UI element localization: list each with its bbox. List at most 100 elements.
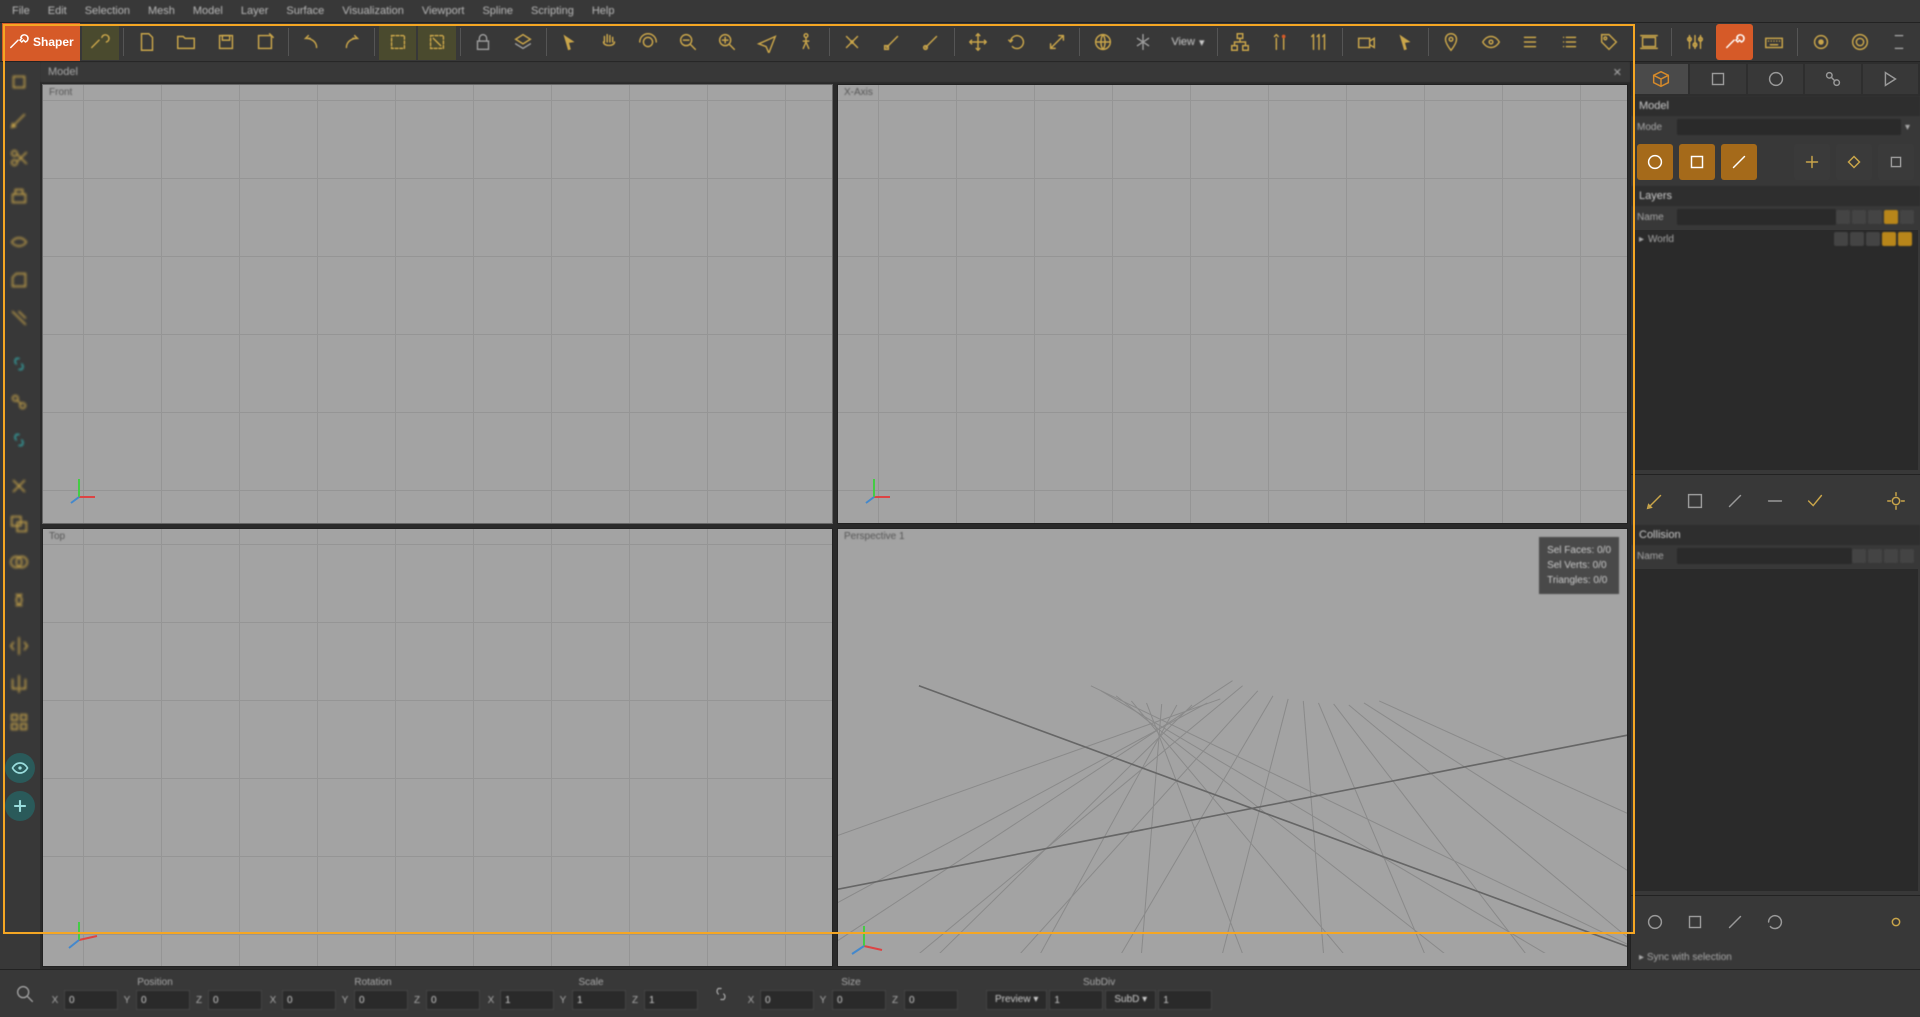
undo-button[interactable] [293, 24, 330, 60]
bb-pick-button[interactable] [6, 976, 44, 1012]
lt-symmetry[interactable] [1, 628, 37, 664]
lt-array[interactable] [1, 704, 37, 740]
rp-layer-list[interactable]: ▸World [1633, 230, 1918, 470]
save-button[interactable] [207, 24, 244, 60]
marker-button[interactable] [1433, 24, 1470, 60]
viewport-side[interactable]: X-Axis [837, 84, 1628, 524]
menu-file[interactable]: File [4, 3, 38, 19]
rp-tab-joints[interactable] [1805, 64, 1860, 94]
camera-button[interactable] [1347, 24, 1384, 60]
tag-button[interactable] [1591, 24, 1628, 60]
rp-show-shaded[interactable] [1721, 144, 1757, 180]
wrench-settings-button[interactable] [1716, 24, 1753, 60]
lt-knife[interactable] [1, 300, 37, 336]
list2-button[interactable] [1551, 24, 1588, 60]
rp-b5[interactable] [1878, 904, 1914, 940]
lt-add-button[interactable] [5, 791, 35, 821]
lt-bool-intersect[interactable] [1, 582, 37, 618]
lt-paint[interactable] [1, 102, 37, 138]
rp-coll-3[interactable] [1717, 483, 1753, 519]
open-file-button[interactable] [168, 24, 205, 60]
pick-button[interactable] [1386, 24, 1423, 60]
mode-input[interactable] [1677, 119, 1901, 135]
menu-viewport[interactable]: Viewport [414, 3, 473, 19]
bb-link-scale[interactable] [702, 976, 740, 1012]
settings-button[interactable] [1676, 24, 1713, 60]
menu-layer[interactable]: Layer [233, 3, 277, 19]
rp-b4[interactable] [1757, 904, 1793, 940]
lt-object-mode[interactable] [1, 64, 37, 100]
lt-bevel[interactable] [1, 262, 37, 298]
list-button[interactable] [1512, 24, 1549, 60]
lt-bool-subtract[interactable] [1, 506, 37, 542]
rp-coll-settings[interactable] [1878, 483, 1914, 519]
size-z-input[interactable]: 0 [904, 990, 958, 1010]
subdiv-preview-dropdown[interactable]: Preview ▾ [986, 990, 1047, 1010]
snap-up-button[interactable] [1261, 24, 1298, 60]
subdiv-level-input[interactable]: 1 [1158, 990, 1212, 1010]
align-button[interactable] [1300, 24, 1337, 60]
frame-button[interactable] [1630, 24, 1667, 60]
rp-tab-anim[interactable] [1863, 64, 1918, 94]
shaper-mode-button[interactable]: Shaper [2, 23, 80, 61]
zoom-region-button[interactable] [708, 24, 745, 60]
scale-x-input[interactable]: 1 [500, 990, 554, 1010]
lt-edge-loop[interactable] [1, 224, 37, 260]
viewport-top[interactable]: Top [42, 528, 833, 968]
layers-button[interactable] [504, 24, 541, 60]
viewport-close-icon[interactable]: ✕ [1613, 66, 1622, 79]
lt-bool-union[interactable] [1, 544, 37, 580]
rotate-tool-button[interactable] [999, 24, 1036, 60]
fly-button[interactable] [748, 24, 785, 60]
view-dropdown[interactable]: View▾ [1163, 33, 1212, 52]
rp-coll-4[interactable] [1757, 483, 1793, 519]
pos-y-input[interactable]: 0 [136, 990, 190, 1010]
menu-help[interactable]: Help [584, 3, 623, 19]
select-lasso-button[interactable] [418, 24, 455, 60]
rp-b3[interactable] [1717, 904, 1753, 940]
rp-tab-lod[interactable] [1690, 64, 1745, 94]
rp-tab-material[interactable] [1748, 64, 1803, 94]
menu-surface[interactable]: Surface [278, 3, 332, 19]
lt-link1[interactable] [1, 346, 37, 382]
rp-b1[interactable] [1637, 904, 1673, 940]
snap-face-button[interactable] [913, 24, 950, 60]
snap-vertex-button[interactable] [834, 24, 871, 60]
lock-button[interactable] [465, 24, 502, 60]
world-axis-button[interactable] [1084, 24, 1121, 60]
dropdown-icon[interactable]: ▾ [1901, 122, 1914, 133]
snap-edge-button[interactable] [873, 24, 910, 60]
move-tool-button[interactable] [959, 24, 996, 60]
rp-collision-list[interactable] [1633, 569, 1918, 891]
mode-toggle-button[interactable] [82, 24, 119, 60]
rp-opt1[interactable] [1794, 144, 1830, 180]
rp-show-all[interactable] [1637, 144, 1673, 180]
cursor-tool-button[interactable] [551, 24, 588, 60]
lt-visibility-toggle[interactable] [5, 753, 35, 783]
lt-extrude[interactable] [1, 178, 37, 214]
rp-show-wireframe[interactable] [1679, 144, 1715, 180]
viewport-front[interactable]: Front [42, 84, 833, 524]
local-axis-button[interactable] [1124, 24, 1161, 60]
expand-button[interactable] [1881, 24, 1918, 60]
walk-button[interactable] [787, 24, 824, 60]
rp-opt2[interactable] [1836, 144, 1872, 180]
rot-z-input[interactable]: 0 [426, 990, 480, 1010]
lt-collapse[interactable] [1, 468, 37, 504]
hand-tool-button[interactable] [590, 24, 627, 60]
hierarchy-button[interactable] [1222, 24, 1259, 60]
rp-tab-model[interactable] [1633, 64, 1688, 94]
name-input[interactable] [1677, 209, 1836, 225]
rp-coll-2[interactable] [1677, 483, 1713, 519]
rp-opt3[interactable] [1878, 144, 1914, 180]
scale-z-input[interactable]: 1 [644, 990, 698, 1010]
new-file-button[interactable] [128, 24, 165, 60]
name2-input[interactable] [1677, 548, 1852, 564]
menu-visualization[interactable]: Visualization [334, 3, 412, 19]
rot-x-input[interactable]: 0 [282, 990, 336, 1010]
lt-weld[interactable] [1, 384, 37, 420]
orbit-tool-button[interactable] [630, 24, 667, 60]
menu-spline[interactable]: Spline [474, 3, 521, 19]
size-x-input[interactable]: 0 [760, 990, 814, 1010]
pos-z-input[interactable]: 0 [208, 990, 262, 1010]
